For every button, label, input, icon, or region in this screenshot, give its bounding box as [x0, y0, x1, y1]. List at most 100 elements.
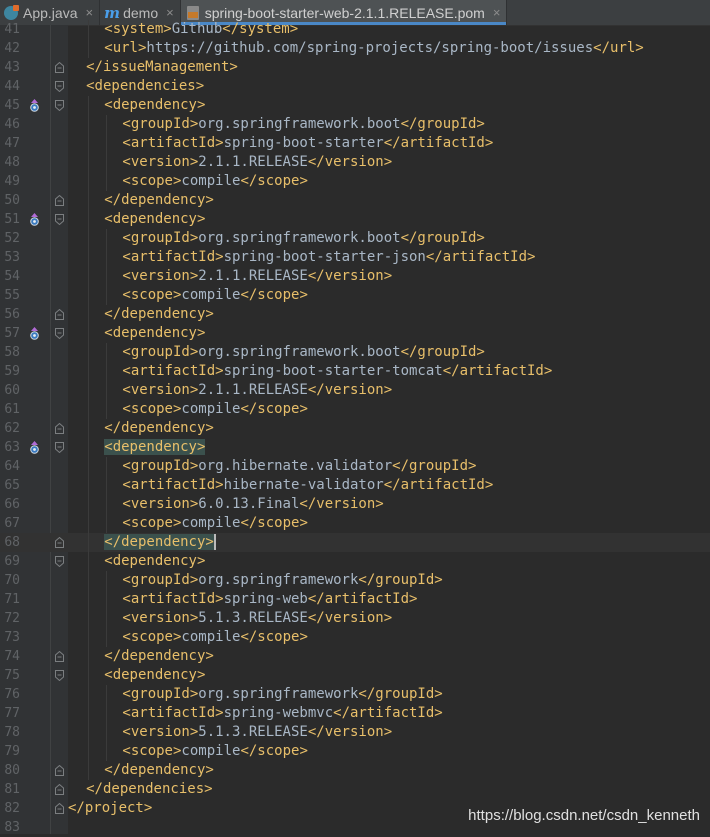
close-icon[interactable]: × [493, 5, 501, 20]
xml-tag: </artifactId> [425, 249, 536, 265]
indent-guide [88, 533, 90, 552]
code-line[interactable]: 43 </issueManagement> [0, 58, 710, 77]
maven-m-icon: m [104, 3, 120, 22]
fold-end-icon[interactable] [55, 803, 64, 814]
code-text: <version>2.1.1.RELEASE</version> [122, 153, 392, 172]
code-line[interactable]: 54 <version>2.1.1.RELEASE</version> [0, 267, 710, 286]
code-line[interactable]: 58 <groupId>org.springframework.boot</gro… [0, 343, 710, 362]
xml-tag: <groupId> [122, 572, 199, 588]
code-line[interactable]: 57 <dependency> [0, 324, 710, 343]
fold-start-icon[interactable] [55, 670, 64, 681]
code-text: <version>5.1.3.RELEASE</version> [122, 723, 392, 742]
xml-tag: <dependency> [104, 97, 206, 113]
indent-guide [88, 609, 90, 628]
code-line[interactable]: 55 <scope>compile</scope> [0, 286, 710, 305]
code-line[interactable]: 64 <groupId>org.hibernate.validator</grou… [0, 457, 710, 476]
fold-end-icon[interactable] [55, 423, 64, 434]
indent-guide [88, 153, 90, 172]
code-line[interactable]: 61 <scope>compile</scope> [0, 400, 710, 419]
indent-guide [106, 495, 108, 514]
code-line[interactable]: 49 <scope>compile</scope> [0, 172, 710, 191]
xml-tag: <artifactId> [122, 249, 224, 265]
fold-end-icon[interactable] [55, 651, 64, 662]
fold-start-icon[interactable] [55, 442, 64, 453]
code-text: </dependency> [104, 191, 214, 210]
indent-guide [88, 191, 90, 210]
fold-start-icon[interactable] [55, 214, 64, 225]
code-line[interactable]: 70 <groupId>org.springframework</groupId> [0, 571, 710, 590]
xml-text: 5.1.3.RELEASE [198, 724, 308, 740]
close-icon[interactable]: × [166, 5, 174, 20]
code-line[interactable]: 69 <dependency> [0, 552, 710, 571]
fold-start-icon[interactable] [55, 556, 64, 567]
code-text: <dependency> [104, 666, 205, 685]
code-line[interactable]: 76 <groupId>org.springframework</groupId> [0, 685, 710, 704]
code-line[interactable]: 48 <version>2.1.1.RELEASE</version> [0, 153, 710, 172]
xml-tag: </dependency> [104, 762, 214, 778]
code-line[interactable]: 71 <artifactId>spring-web</artifactId> [0, 590, 710, 609]
code-line[interactable]: 68 </dependency> [0, 533, 710, 552]
code-line[interactable]: 73 <scope>compile</scope> [0, 628, 710, 647]
fold-end-icon[interactable] [55, 765, 64, 776]
code-line[interactable]: 52 <groupId>org.springframework.boot</gro… [0, 229, 710, 248]
fold-end-icon[interactable] [55, 195, 64, 206]
code-line[interactable]: 79 <scope>compile</scope> [0, 742, 710, 761]
fold-end-icon[interactable] [55, 784, 64, 795]
code-editor[interactable]: 41 <system>Github</system> 42 <url>https://… [0, 20, 710, 835]
code-text: <groupId>org.springframework.boot</group… [122, 229, 484, 248]
fold-end-icon[interactable] [55, 62, 64, 73]
code-line[interactable]: 67 <scope>compile</scope> [0, 514, 710, 533]
indent-guide [106, 248, 108, 267]
code-line[interactable]: 42 <url>https://github.com/spring-project… [0, 39, 710, 58]
indent-guide [88, 742, 90, 761]
code-line[interactable]: 51 <dependency> [0, 210, 710, 229]
code-text: </dependencies> [86, 780, 212, 799]
code-line[interactable]: 65 <artifactId>hibernate-validator</artif… [0, 476, 710, 495]
code-line[interactable]: 56 </dependency> [0, 305, 710, 324]
fold-start-icon[interactable] [55, 81, 64, 92]
code-line[interactable]: 80 </dependency> [0, 761, 710, 780]
code-line[interactable]: 47 <artifactId>spring-boot-starter</artif… [0, 134, 710, 153]
code-line[interactable]: 75 <dependency> [0, 666, 710, 685]
code-line[interactable]: 81 </dependencies> [0, 780, 710, 799]
overridden-dependency-icon[interactable] [29, 99, 40, 112]
code-line[interactable]: 62 </dependency> [0, 419, 710, 438]
code-line[interactable]: 74 </dependency> [0, 647, 710, 666]
close-icon[interactable]: × [85, 5, 93, 20]
line-number: 74 [4, 649, 20, 664]
xml-tag: </version> [307, 724, 393, 740]
overridden-dependency-icon[interactable] [29, 213, 40, 226]
fold-start-icon[interactable] [55, 328, 64, 339]
code-text: <artifactId>spring-boot-starter-json</ar… [122, 248, 535, 267]
fold-start-icon[interactable] [55, 100, 64, 111]
xml-text: spring-boot-starter [223, 135, 384, 151]
code-line[interactable]: 50 </dependency> [0, 191, 710, 210]
line-number: 81 [4, 782, 20, 797]
xml-tag: </groupId> [358, 686, 443, 702]
code-line[interactable]: 77 <artifactId>spring-webmvc</artifactId> [0, 704, 710, 723]
overridden-dependency-icon[interactable] [29, 327, 40, 340]
code-line[interactable]: 45 <dependency> [0, 96, 710, 115]
code-line[interactable]: 53 <artifactId>spring-boot-starter-json</… [0, 248, 710, 267]
xml-tag: <groupId> [122, 686, 199, 702]
xml-text: hibernate-validator [223, 477, 384, 493]
code-line[interactable]: 41 <system>Github</system> [0, 20, 710, 39]
code-line[interactable]: 59 <artifactId>spring-boot-starter-tomcat… [0, 362, 710, 381]
code-line[interactable]: 78 <version>5.1.3.RELEASE</version> [0, 723, 710, 742]
overridden-dependency-icon[interactable] [29, 441, 40, 454]
code-line[interactable]: 46 <groupId>org.springframework.boot</gro… [0, 115, 710, 134]
line-number: 42 [4, 41, 20, 56]
code-line[interactable]: 66 <version>6.0.13.Final</version> [0, 495, 710, 514]
indent-guide [88, 343, 90, 362]
code-line[interactable]: 63 <dependency> [0, 438, 710, 457]
fold-end-icon[interactable] [55, 309, 64, 320]
xml-tag: <groupId> [122, 230, 199, 246]
indent-guide [106, 343, 108, 362]
code-line[interactable]: 60 <version>2.1.1.RELEASE</version> [0, 381, 710, 400]
code-line[interactable]: 44 <dependencies> [0, 77, 710, 96]
xml-tag: </scope> [240, 515, 308, 531]
line-number: 49 [4, 174, 20, 189]
code-line[interactable]: 72 <version>5.1.3.RELEASE</version> [0, 609, 710, 628]
xml-tag: </groupId> [392, 458, 477, 474]
fold-end-icon[interactable] [55, 537, 64, 548]
